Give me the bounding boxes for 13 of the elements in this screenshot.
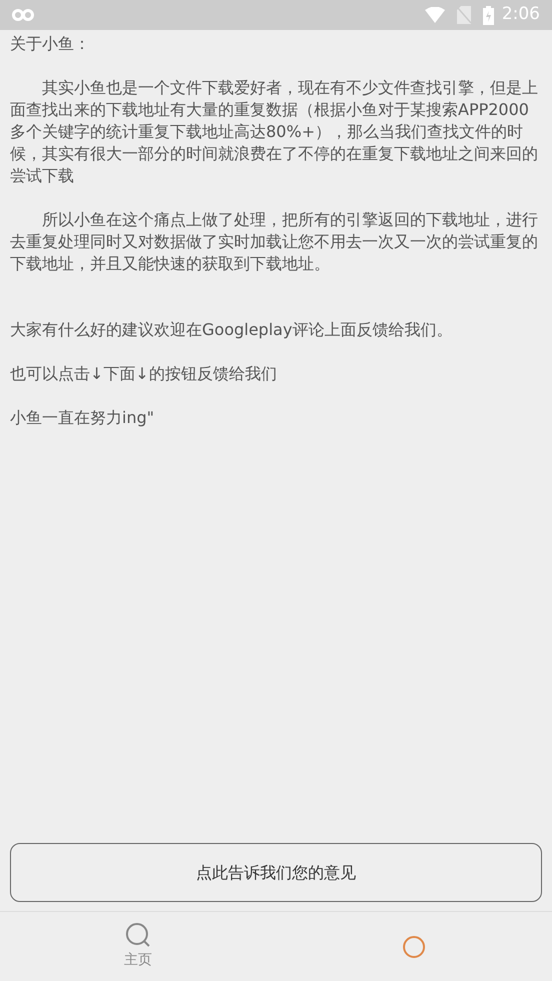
no-sim-icon — [456, 6, 471, 24]
circle-icon — [401, 934, 427, 960]
paragraph: 所以小鱼在这个痛点上做了处理，把所有的引擎返回的下载地址，进行去重复处理同时又对数据做了实时加载让您不用去一次又一次的尝试重复的下载地址，并且又能快速的获取到下载地址。 — [10, 209, 539, 275]
paragraph: 其实小鱼也是一个文件下载爱好者，现在有不少文件查找引擎，但是上面查找出来的下载地址有大量的重复数据（根据小鱼对于某搜索APP2000多个关键字的统计重复下载地址高达80%+），那么当我们查找文件的时候，其实有很大一部分的时间就浪费在了不停的在重复下载地址之间来回的尝试下载 — [10, 77, 539, 187]
notification-icon — [12, 9, 34, 21]
feedback-button[interactable]: 点此告诉我们您的意见 — [10, 843, 542, 902]
paragraph: 也可以点击↓下面↓的按钮反馈给我们 — [10, 363, 278, 385]
paragraph: 大家有什么好的建议欢迎在Googleplay评论上面反馈给我们。 — [10, 319, 454, 341]
wifi-icon — [424, 7, 445, 23]
page-title: 关于小鱼： — [10, 33, 91, 55]
paragraph: 小鱼一直在努力ing" — [10, 407, 156, 429]
battery-icon — [482, 6, 494, 24]
search-icon — [125, 922, 151, 948]
